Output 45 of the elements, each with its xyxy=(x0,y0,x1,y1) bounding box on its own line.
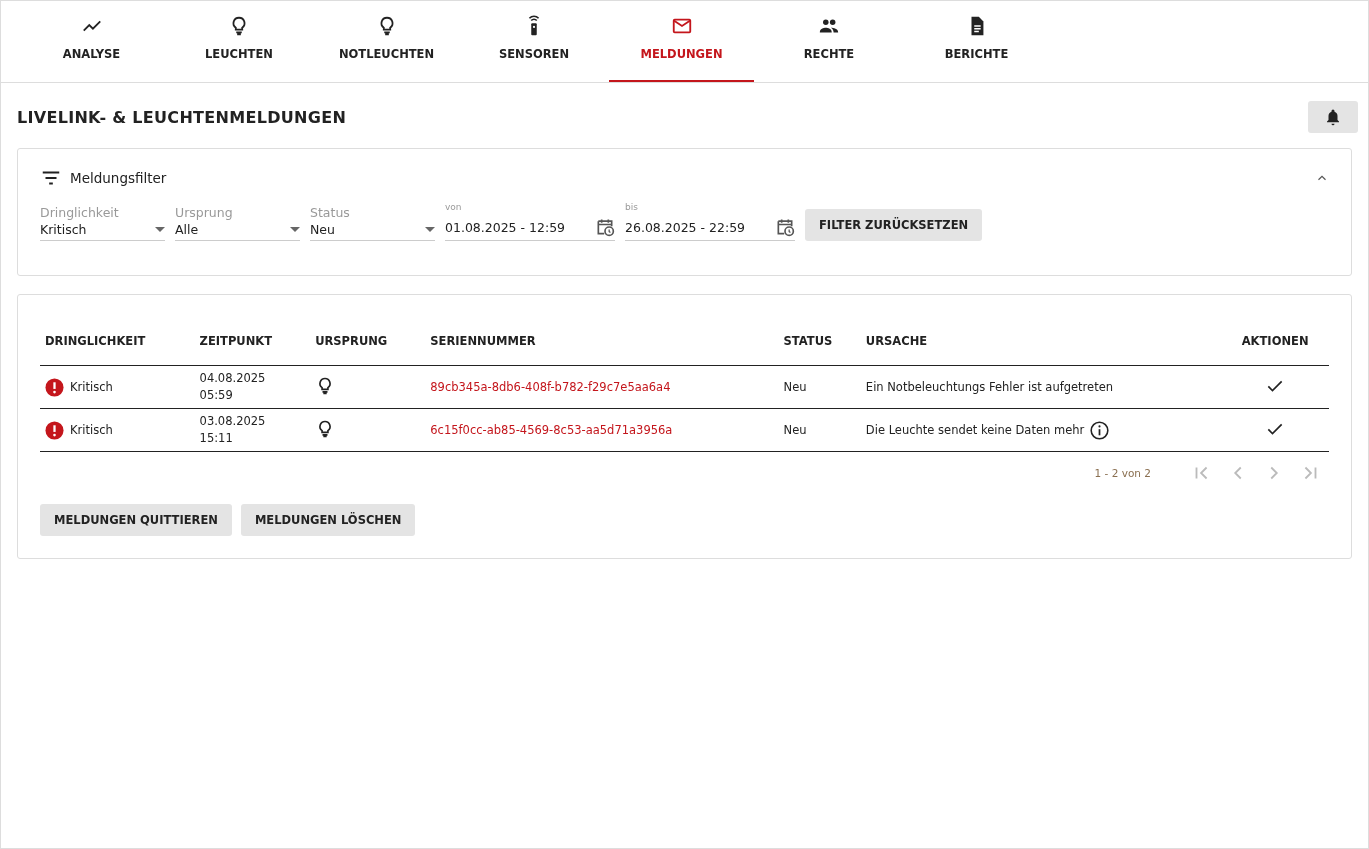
info-icon[interactable] xyxy=(1089,419,1111,441)
action-button[interactable]: MELDUNGEN LÖSCHEN xyxy=(240,504,416,536)
column-header: ZEITPUNKT xyxy=(199,334,273,348)
dropdown-arrow-icon xyxy=(290,227,300,232)
reset-filter-button[interactable]: FILTER ZURÜCKSETZEN xyxy=(805,209,983,241)
serial-number-link[interactable]: 89cb345a-8db6-408f-b782-f29c7e5aa6a4 xyxy=(430,380,671,394)
cause-text: Ein Notbeleuchtungs Fehler ist aufgetreten xyxy=(865,380,1114,394)
dropdown-arrow-icon xyxy=(155,227,165,232)
column-header: SERIENNUMMER xyxy=(430,334,536,348)
cause-text: Die Leuchte sendet keine Daten mehr xyxy=(865,423,1085,437)
page-title: LIVELINK- & LEUCHTENMELDUNGEN xyxy=(17,107,347,127)
column-header: STATUS xyxy=(783,334,833,348)
column-header: AKTIONEN xyxy=(1241,334,1309,348)
select-field[interactable]: Ursprung Alle xyxy=(175,205,300,241)
page-range-text: 1 - 2 von 2 xyxy=(1094,467,1151,479)
nav-tab[interactable]: BERICHTE xyxy=(904,1,1049,82)
action-button[interactable]: MELDUNGEN QUITTIEREN xyxy=(40,504,232,536)
notifications-button[interactable] xyxy=(1308,101,1358,133)
nav-tab[interactable]: ANALYSE xyxy=(19,1,164,82)
calendar-clock-icon[interactable] xyxy=(775,217,795,237)
urgency-text: Kritisch xyxy=(70,380,113,394)
alert-icon xyxy=(45,377,64,397)
column-header: DRINGLICHKEIT xyxy=(45,334,146,348)
timestamp-text: 03.08.2025 15:11 xyxy=(199,412,267,447)
calendar-clock-icon[interactable] xyxy=(595,217,615,237)
alert-icon xyxy=(45,420,64,440)
nav-tab[interactable]: NOTLEUCHTEN xyxy=(314,1,459,82)
select-field[interactable]: Status Neu xyxy=(310,205,435,241)
nav-tab[interactable]: LEUCHTEN xyxy=(166,1,312,82)
timestamp-text: 04.08.2025 05:59 xyxy=(199,369,267,404)
column-header: URSACHE xyxy=(865,334,928,348)
serial-number-link[interactable]: 6c15f0cc-ab85-4569-8c53-aa5d71a3956a xyxy=(430,423,673,437)
status-text: Neu xyxy=(783,380,807,394)
dropdown-arrow-icon xyxy=(425,227,435,232)
bell-icon xyxy=(1324,108,1342,126)
nav-tab[interactable]: RECHTE xyxy=(756,1,902,82)
urgency-text: Kritisch xyxy=(70,423,113,437)
date-field[interactable]: von 01.08.2025 - 12:59 xyxy=(445,202,615,241)
select-field[interactable]: Dringlichkeit Kritisch xyxy=(40,205,165,241)
nav-tab[interactable]: SENSOREN xyxy=(461,1,607,82)
date-field[interactable]: bis 26.08.2025 - 22:59 xyxy=(625,202,795,241)
column-header: URSPRUNG xyxy=(315,334,388,348)
nav-tab[interactable]: MELDUNGEN xyxy=(609,1,754,82)
status-text: Neu xyxy=(783,423,807,437)
filter-title: Meldungsfilter xyxy=(70,170,168,186)
